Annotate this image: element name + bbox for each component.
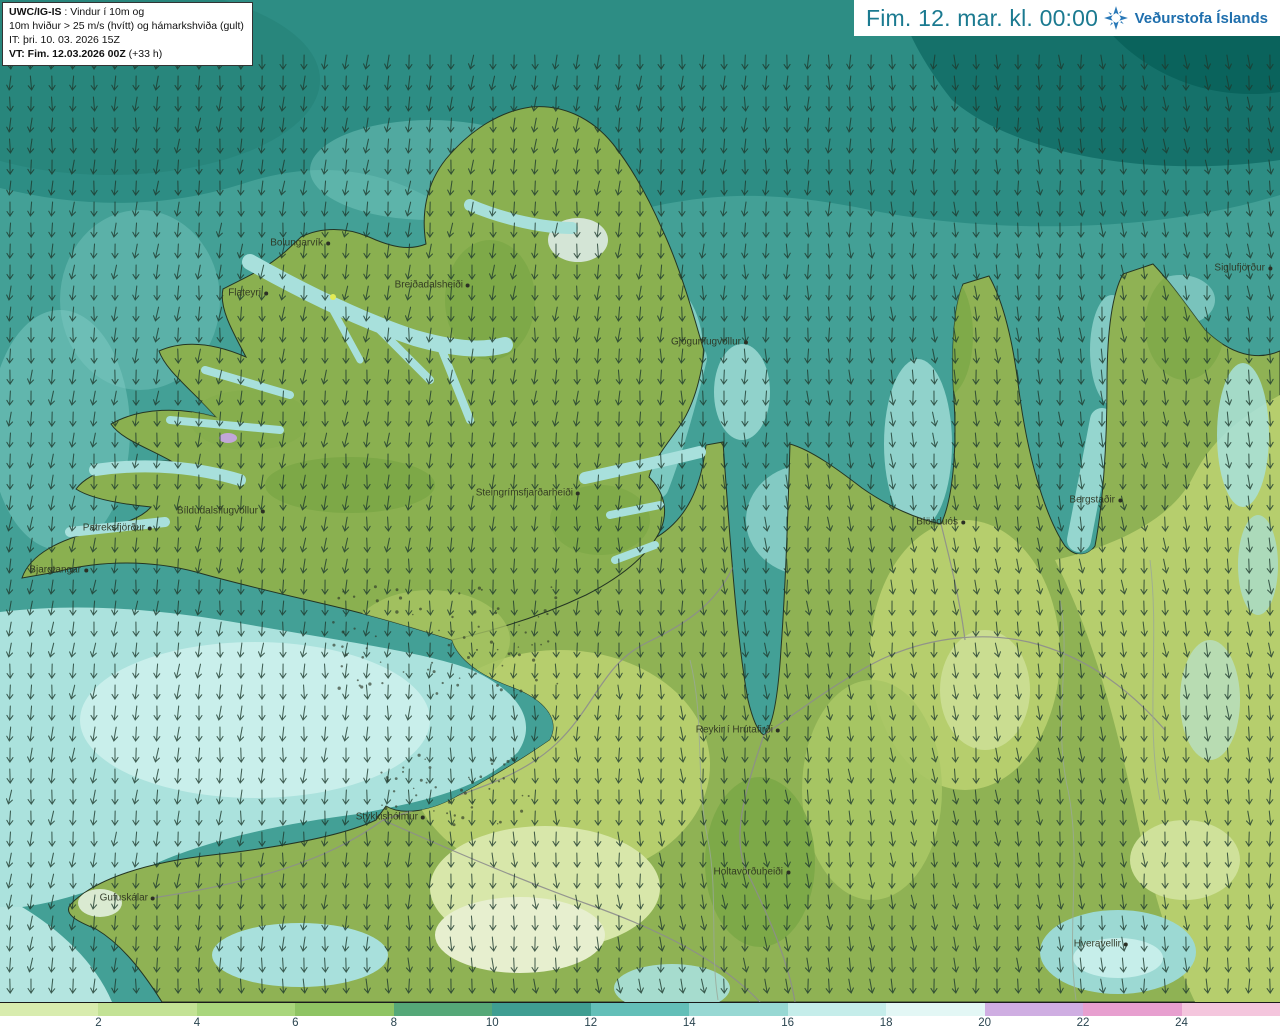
weather-map-page: Bolungarvík Flateyri Breiðadalsheiði Gjögur… — [0, 0, 1280, 1030]
legend-tick: 10 — [485, 1017, 499, 1029]
legend-tick: 6 — [292, 1017, 299, 1029]
brand-name: Veðurstofa Íslands — [1134, 9, 1268, 27]
legend-tick: 20 — [978, 1017, 992, 1029]
legend-tick: 12 — [584, 1017, 598, 1029]
brand: Veðurstofa Íslands — [1103, 5, 1268, 31]
legend-segment — [492, 1003, 591, 1016]
info-line-title: UWC/IG-IS : Vindur í 10m og — [9, 6, 145, 18]
legend-color-band — [0, 1002, 1280, 1016]
legend-segment — [1083, 1003, 1182, 1016]
max-gust-marker-yellow — [330, 294, 336, 300]
valid-time-header: Fim. 12. mar. kl. 00:00 Veðurstofa Íslan… — [854, 0, 1280, 36]
legend-segment — [393, 1003, 493, 1016]
wind-speed-legend: 2 4 6 8 10 12 14 16 18 20 22 24 — [0, 1002, 1280, 1030]
legend-segment — [787, 1003, 887, 1016]
legend-segment — [886, 1003, 985, 1016]
legend-segment — [196, 1003, 296, 1016]
info-line-init-time: IT: þri. 10. 03. 2026 15Z — [9, 33, 120, 46]
wind-forecast-map — [0, 0, 1280, 1002]
vedurstofa-logo-icon — [1103, 6, 1128, 30]
legend-tick: 2 — [95, 1017, 102, 1029]
legend-tick: 8 — [390, 1017, 398, 1029]
legend-segment — [295, 1003, 394, 1016]
legend-segment — [590, 1003, 690, 1016]
legend-segment — [1181, 1003, 1280, 1016]
model-id: UWC/IG-IS — [9, 6, 62, 18]
valid-time: Fim. 12. mar. kl. 00:00 — [866, 4, 1099, 31]
legend-tick: 22 — [1076, 1017, 1090, 1029]
legend-tick: 24 — [1175, 1017, 1188, 1029]
legend-segment — [98, 1003, 197, 1016]
legend-tick: 16 — [781, 1017, 795, 1029]
legend-segment — [689, 1003, 788, 1016]
legend-tick: 4 — [193, 1017, 201, 1029]
max-gust-marker-lilac — [219, 433, 237, 443]
info-line-valid-time: VT: Fim. 12.03.2026 00Z (+33 h) — [9, 47, 163, 60]
legend-segment — [0, 1003, 99, 1016]
legend-segment — [984, 1003, 1084, 1016]
legend-tick-labels: 2 4 6 8 10 12 14 16 18 20 22 24 — [0, 1016, 1280, 1030]
forecast-info-box: UWC/IG-IS : Vindur í 10m og 10m hviður >… — [2, 2, 253, 67]
legend-tick: 18 — [879, 1017, 893, 1029]
legend-tick: 14 — [682, 1017, 696, 1029]
info-line-params: 10m hviður > 25 m/s (hvítt) og hámarkshv… — [9, 19, 244, 32]
